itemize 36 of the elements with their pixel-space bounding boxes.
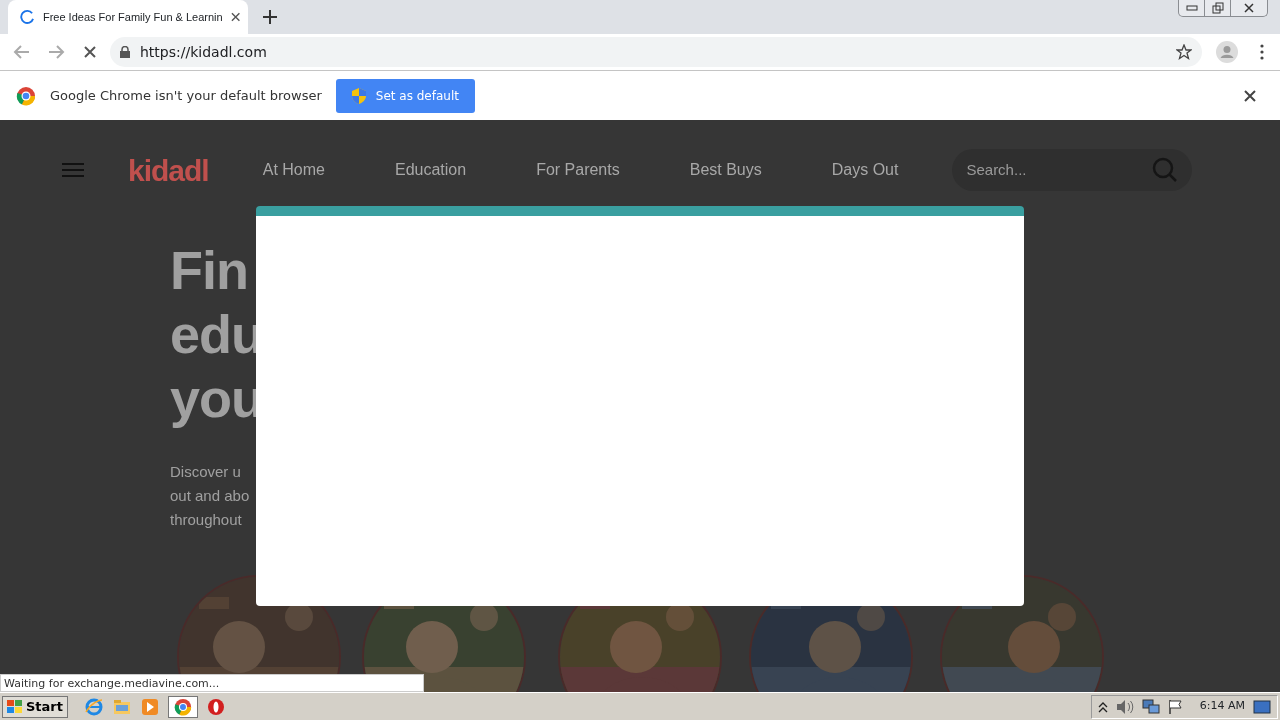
nav-link[interactable]: Best Buys xyxy=(689,158,762,182)
address-bar[interactable]: https://kidadl.com xyxy=(110,37,1202,67)
close-icon[interactable] xyxy=(230,12,240,22)
hero-title-line: Fin xyxy=(170,239,249,302)
set-default-button[interactable]: Set as default xyxy=(335,78,475,113)
star-icon[interactable] xyxy=(1176,44,1192,60)
nav-link[interactable]: Days Out xyxy=(831,158,899,182)
close-icon[interactable] xyxy=(1244,89,1256,102)
speaker-icon[interactable] xyxy=(1115,698,1134,715)
shield-icon xyxy=(351,87,366,104)
hero-text-line: throughout xyxy=(170,510,243,530)
flag-icon[interactable] xyxy=(1167,698,1184,715)
search-field[interactable]: Search... xyxy=(952,149,1193,191)
hero-text-line: Discover u xyxy=(170,462,242,482)
start-button[interactable]: Start xyxy=(2,695,68,718)
nav-link[interactable]: At Home xyxy=(262,158,325,182)
url-text: https://kidadl.com xyxy=(140,42,267,62)
chrome-taskbar-icon[interactable] xyxy=(168,695,198,718)
infobar-message: Google Chrome isn't your default browser xyxy=(50,86,322,105)
show-desktop-icon[interactable] xyxy=(1253,699,1271,714)
hero-text-line: out and abo xyxy=(170,486,251,506)
chrome-logo-icon xyxy=(16,85,36,106)
clock[interactable]: 6:14 AM xyxy=(1199,698,1245,715)
lock-icon xyxy=(120,46,130,58)
nav-link[interactable]: For Parents xyxy=(536,158,620,182)
opera-icon[interactable] xyxy=(206,696,226,717)
new-tab-icon[interactable] xyxy=(263,10,277,24)
nav-link[interactable]: Education xyxy=(394,158,467,182)
windows-logo-icon xyxy=(7,699,23,714)
status-text: Waiting for exchange.mediavine.com... xyxy=(0,674,424,692)
browser-tab[interactable]: Free Ideas For Family Fun & Learnin xyxy=(8,0,248,34)
loading-spinner-icon xyxy=(20,9,35,25)
chevron-up-icon[interactable] xyxy=(1097,700,1108,713)
network-icon[interactable] xyxy=(1141,698,1160,715)
profile-icon[interactable] xyxy=(1216,41,1238,63)
tab-title: Free Ideas For Family Fun & Learnin xyxy=(42,9,223,25)
